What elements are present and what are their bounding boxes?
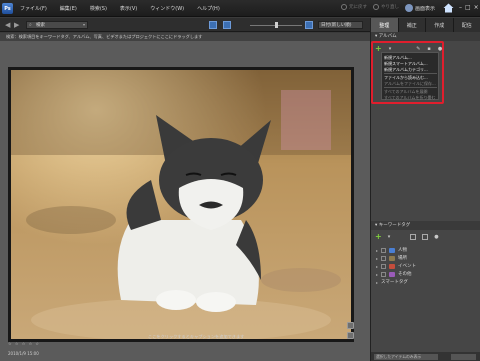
mode-tabs: 整理 補正 作成 配信	[371, 18, 480, 32]
expand-arrow-icon[interactable]: ▸	[376, 272, 378, 277]
search-icon: ⌕	[29, 22, 32, 28]
search-input[interactable]: ⌕ 検索 ▾	[26, 21, 88, 29]
chevron-down-icon[interactable]: ▾	[388, 234, 391, 240]
forward-arrow-icon[interactable]: ▶	[14, 21, 19, 29]
info-icon[interactable]	[347, 332, 354, 339]
expand-arrow-icon[interactable]: ▸	[376, 248, 378, 253]
menu-item-collapse-all: すべてのアルバムを折り畳む	[384, 95, 436, 100]
checkbox[interactable]	[381, 271, 387, 277]
checkbox[interactable]	[381, 255, 387, 261]
album-dropdown-menu: 新規アルバム... 新規スマートアルバム... 新規アルバムカテゴリ... ファ…	[381, 52, 439, 100]
menu-find[interactable]: 検索(S)	[90, 5, 107, 12]
checkbox[interactable]	[381, 263, 387, 269]
album-section-header[interactable]: ▾ アルバム	[371, 32, 480, 41]
photo-frame[interactable]	[8, 67, 354, 342]
toolbar: ◀ ▶ ⌕ 検索 ▾ 日付(新しい順)	[0, 18, 370, 32]
minimize-icon[interactable]: –	[459, 4, 462, 11]
media-browser: ここをクリックするとキャプションを追加できます ☆ ☆ ☆ ☆ ☆ 2010/1…	[0, 41, 370, 361]
keyword-section-header[interactable]: ▾ キーワードタグ	[371, 221, 480, 230]
edit-keyword-icon[interactable]	[410, 233, 417, 240]
home-icon[interactable]	[443, 3, 454, 13]
view-mode-icons	[209, 21, 231, 29]
keyword-tools: + ▾ ●	[375, 232, 475, 241]
star-rating[interactable]: ☆ ☆ ☆ ☆ ☆	[8, 341, 40, 346]
chevron-down-icon: ▾	[82, 22, 85, 27]
checkbox[interactable]	[381, 247, 387, 253]
display-menu[interactable]: 画面表示	[405, 4, 435, 12]
keyword-tag-icon	[389, 247, 396, 253]
tab-organize[interactable]: 整理	[371, 18, 399, 32]
photo-date: 2010/1/9 15:00	[8, 351, 39, 356]
panel-footer: 選択したアイテムのみ表示	[371, 352, 480, 361]
single-view-icon[interactable]	[223, 21, 231, 29]
add-keyword-icon[interactable]: +	[375, 232, 382, 241]
tab-create[interactable]: 作成	[426, 18, 454, 32]
app-logo: Ps	[2, 3, 13, 14]
grid-view-icon[interactable]	[209, 21, 217, 29]
delete-icon[interactable]: ▪	[427, 46, 430, 52]
footer-button[interactable]	[451, 354, 476, 360]
close-icon[interactable]: ×	[474, 4, 479, 11]
undo-icon	[341, 4, 347, 10]
lightbulb-icon[interactable]: ●	[438, 46, 442, 52]
undo-button[interactable]: 元に戻す	[341, 4, 367, 10]
keyword-row[interactable]: ▸ その他	[376, 270, 416, 278]
menu-separator	[384, 73, 437, 74]
keyword-tag-icon	[389, 271, 396, 277]
redo-icon	[373, 4, 379, 10]
menu-help[interactable]: ヘルプ(H)	[197, 5, 220, 12]
menu-bar: Ps ファイル(F) 編集(E) 検索(S) 表示(V) ウィンドウ(W) ヘル…	[0, 0, 480, 17]
zoom-slider-thumb[interactable]	[275, 22, 278, 28]
expand-arrow-icon[interactable]: ▸	[376, 256, 378, 261]
right-panel: 整理 補正 作成 配信 ▾ アルバム + ▾ ✎ ▪ ● 新規アルバム... 新…	[370, 18, 480, 361]
caption-field[interactable]: ここをクリックするとキャプションを追加できます	[148, 334, 244, 340]
menu-view[interactable]: 表示(V)	[120, 5, 137, 12]
expand-arrow-icon[interactable]: ▸	[376, 280, 378, 285]
window-controls: – □ ×	[459, 4, 479, 11]
keyword-tag-icon	[389, 255, 396, 261]
menu-list: ファイル(F) 編集(E) 検索(S) 表示(V) ウィンドウ(W) ヘルプ(H…	[20, 5, 220, 12]
edit-icon[interactable]: ✎	[416, 46, 420, 52]
keyword-tag-icon	[389, 263, 396, 269]
menu-window[interactable]: ウィンドウ(W)	[150, 5, 184, 12]
user-icon	[405, 4, 413, 12]
keyword-row[interactable]: ▸ スマートタグ	[376, 278, 416, 286]
full-view-icon[interactable]	[305, 21, 313, 29]
history-group: 元に戻す やり直し	[341, 4, 399, 10]
filter-select[interactable]: 選択したアイテムのみ表示	[374, 354, 438, 360]
cat-photo	[11, 70, 351, 342]
keyword-row[interactable]: ▸ 場所	[376, 254, 416, 262]
maximize-icon[interactable]: □	[465, 4, 471, 11]
chevron-down-icon[interactable]: ▾	[389, 46, 392, 52]
tab-share[interactable]: 配信	[453, 18, 480, 32]
keyword-row[interactable]: ▸ イベント	[376, 262, 416, 270]
side-icons	[347, 322, 354, 339]
keyword-row[interactable]: ▸ 人物	[376, 246, 416, 254]
redo-button[interactable]: やり直し	[373, 4, 399, 10]
keyword-list: ▸ 人物 ▸ 場所 ▸ イベント ▸ その他 ▸ スマートタグ	[376, 246, 416, 286]
sort-select[interactable]: 日付(新しい順)	[318, 21, 363, 29]
menu-separator	[384, 87, 437, 88]
tag-icon[interactable]	[347, 322, 354, 329]
lightbulb-icon[interactable]: ●	[434, 234, 438, 240]
expand-arrow-icon[interactable]: ▸	[376, 264, 378, 269]
hint-bar: 検索：検索項目をキーワードタグ、アルバム、写真、ビデオまたはプロジェクトにここに…	[0, 33, 370, 41]
menu-edit[interactable]: 編集(E)	[60, 5, 77, 12]
tab-fix[interactable]: 補正	[398, 18, 426, 32]
delete-keyword-icon[interactable]	[422, 233, 429, 240]
back-arrow-icon[interactable]: ◀	[5, 21, 10, 29]
menu-file[interactable]: ファイル(F)	[20, 5, 47, 12]
